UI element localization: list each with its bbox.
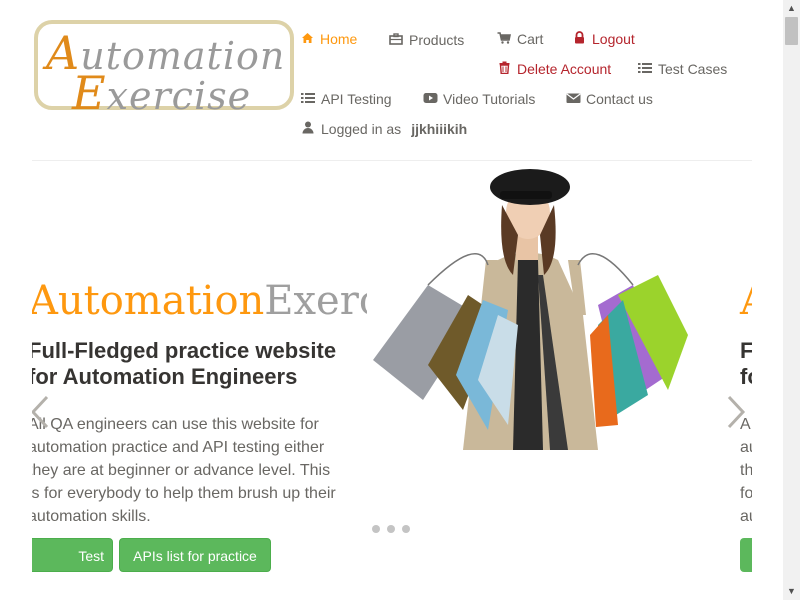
nav-products[interactable]: Products xyxy=(389,32,464,48)
nav-api-testing-label: API Testing xyxy=(321,91,392,107)
chevron-right-icon xyxy=(727,395,746,429)
home-icon xyxy=(300,32,314,47)
hero-carousel: AutomationExercise Full-Fledged practice… xyxy=(32,165,752,585)
nav-video-tutorials-label: Video Tutorials xyxy=(443,91,536,107)
nav-test-cases-label: Test Cases xyxy=(658,61,728,77)
nav-home[interactable]: Home xyxy=(300,31,357,47)
next-slide-title: A xyxy=(740,278,752,324)
carousel-next[interactable] xyxy=(725,395,747,438)
page: Automation Exercise Home Products Cart L… xyxy=(0,0,783,600)
slide-title: AutomationExercise xyxy=(32,278,367,324)
slide-heading: Full-Fledged practice website for Automa… xyxy=(32,338,337,389)
scrollbar-thumb[interactable] xyxy=(785,17,798,45)
nav-contact-us[interactable]: Contact us xyxy=(566,91,653,107)
nav-test-cases[interactable]: Test Cases xyxy=(638,61,727,77)
next-slide-heading: F fo xyxy=(740,338,752,389)
chevron-left-icon xyxy=(32,395,49,429)
carousel-dot[interactable] xyxy=(372,525,380,533)
hero-shopping-girl-image xyxy=(373,169,688,450)
logo-text-2: xercise xyxy=(106,74,252,118)
nav-logout[interactable]: Logout xyxy=(572,31,635,47)
logged-in-status: Logged in as jjkhiiikih xyxy=(301,121,467,137)
carousel-dot[interactable] xyxy=(387,525,395,533)
nav-cart[interactable]: Cart xyxy=(497,31,543,47)
nav-contact-us-label: Contact us xyxy=(586,91,653,107)
briefcase-icon xyxy=(389,32,403,48)
carousel-dot[interactable] xyxy=(402,525,410,533)
logged-in-prefix: Logged in as xyxy=(321,121,402,137)
nav-delete-account-label: Delete Account xyxy=(517,61,612,77)
nav-home-label: Home xyxy=(320,31,358,47)
nav-video-tutorials[interactable]: Video Tutorials xyxy=(423,91,535,107)
next-slide-button[interactable] xyxy=(740,538,752,572)
cart-icon xyxy=(497,31,511,47)
nav-api-testing[interactable]: API Testing xyxy=(301,91,392,107)
header-divider xyxy=(32,160,752,161)
list-icon xyxy=(638,62,652,77)
test-cases-button[interactable]: Test Cases xyxy=(32,538,113,585)
user-icon xyxy=(301,121,315,137)
scroll-up-arrow-icon[interactable]: ▲ xyxy=(783,0,800,17)
lock-icon xyxy=(572,31,586,47)
site-logo[interactable]: Automation Exercise xyxy=(34,20,294,120)
scroll-down-arrow-icon[interactable]: ▼ xyxy=(783,583,800,600)
youtube-play-icon xyxy=(423,92,438,107)
slide-description: All QA engineers can use this website fo… xyxy=(32,416,336,525)
trash-icon xyxy=(497,61,511,77)
vertical-scrollbar[interactable]: ▲ ▼ xyxy=(783,0,800,600)
carousel-prev[interactable] xyxy=(32,395,51,438)
nav-delete-account[interactable]: Delete Account xyxy=(497,61,611,77)
nav-logout-label: Logout xyxy=(592,31,635,47)
envelope-icon xyxy=(566,92,581,107)
nav-products-label: Products xyxy=(409,32,465,48)
logo-cap-e: E xyxy=(72,66,107,120)
apis-list-button[interactable]: APIs list for practice xyxy=(119,538,271,572)
logged-in-username: jjkhiiikih xyxy=(411,121,468,137)
nav-cart-label: Cart xyxy=(517,31,544,47)
list-icon xyxy=(301,92,315,107)
carousel-indicators xyxy=(372,525,410,533)
